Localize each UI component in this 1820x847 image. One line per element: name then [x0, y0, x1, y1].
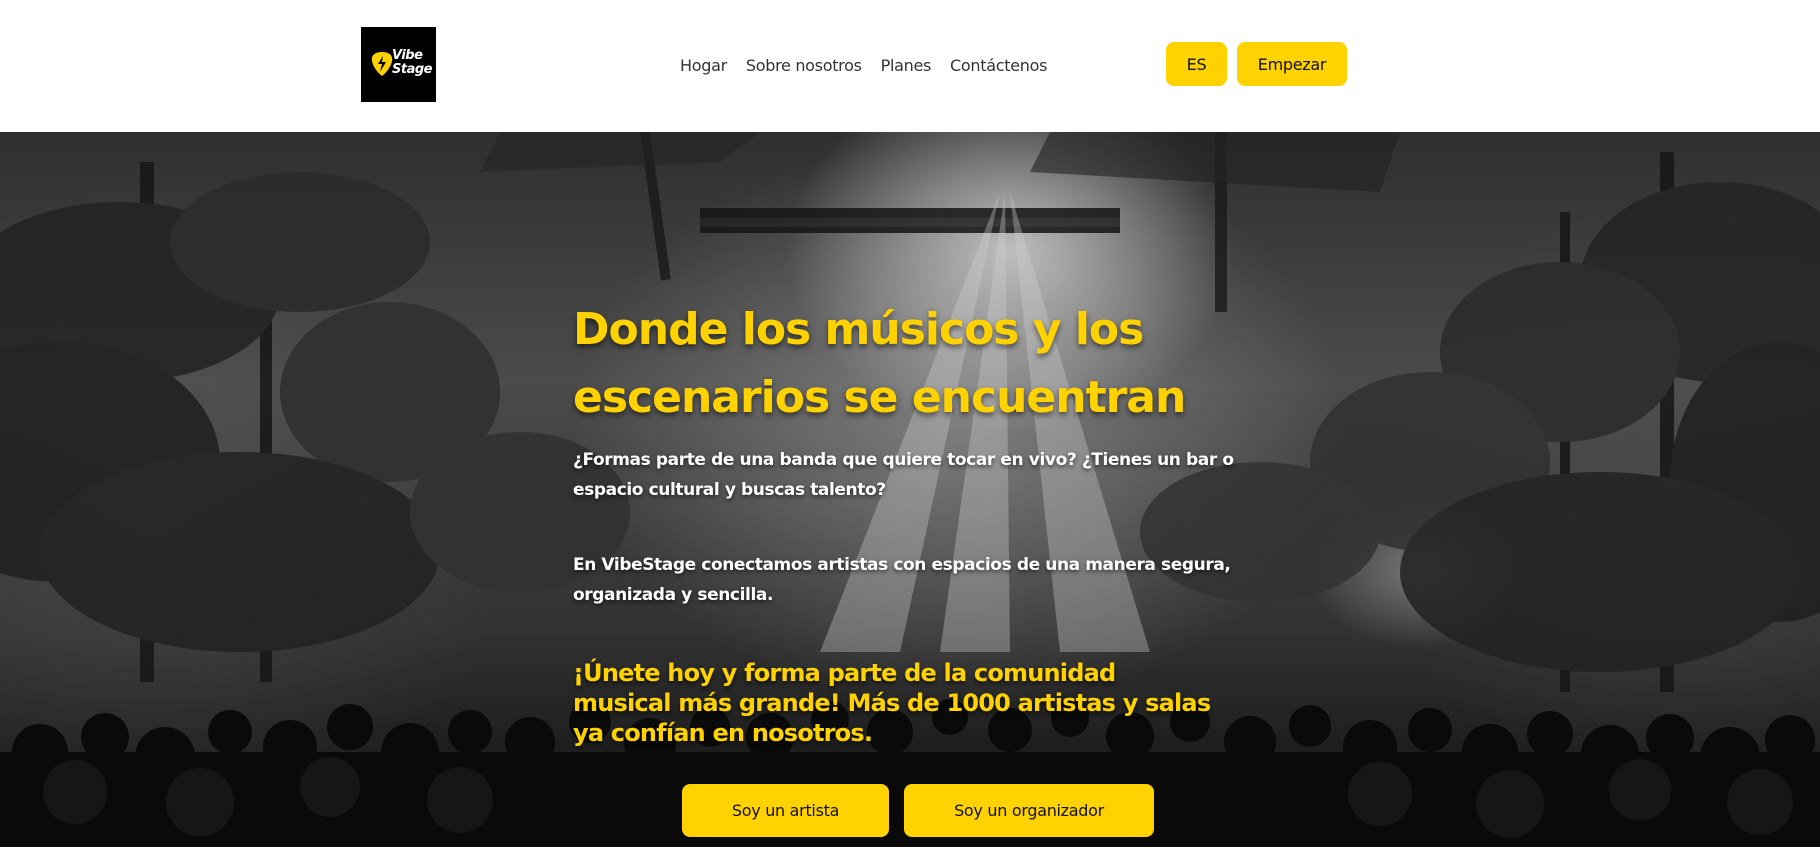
- hero-title-line2: escenarios se encuentran: [573, 372, 1186, 423]
- hero-cta-line1: ¡Únete hoy y forma parte de la comunidad: [573, 659, 1116, 687]
- nav-link-contact[interactable]: Contáctenos: [950, 56, 1047, 75]
- hero-section: Donde los músicos y los escenarios se en…: [0, 132, 1820, 847]
- nav-link-about[interactable]: Sobre nosotros: [746, 56, 862, 75]
- hero-intro-line2: espacio cultural y buscas talento?: [573, 480, 886, 500]
- logo-text: Vibe Stage: [392, 49, 432, 77]
- hero-intro-line1: ¿Formas parte de una banda que quiere to…: [573, 450, 1234, 470]
- hero-description-line1: En VibeStage conectamos artistas con esp…: [573, 555, 1231, 575]
- site-header: Vibe Stage Hogar Sobre nosotros Planes C…: [0, 0, 1820, 132]
- start-button[interactable]: Empezar: [1237, 42, 1347, 86]
- nav-link-home[interactable]: Hogar: [680, 56, 727, 75]
- organizer-signup-button[interactable]: Soy un organizador: [904, 784, 1154, 837]
- logo-text-line1: Vibe: [392, 48, 423, 63]
- hero-cta-line2: musical más grande! Más de 1000 artistas…: [573, 689, 1211, 717]
- language-button[interactable]: ES: [1166, 42, 1227, 86]
- main-nav: Hogar Sobre nosotros Planes Contáctenos: [680, 53, 1047, 77]
- hero-description-line2: organizada y sencilla.: [573, 585, 773, 605]
- guitar-pick-bolt-icon: [371, 52, 393, 76]
- hero-description-paragraph: En VibeStage conectamos artistas con esp…: [573, 550, 1273, 610]
- hero-cta-text: ¡Únete hoy y forma parte de la comunidad…: [573, 658, 1273, 748]
- vibestage-logo[interactable]: Vibe Stage: [361, 27, 436, 102]
- hero-title: Donde los músicos y los escenarios se en…: [573, 296, 1253, 432]
- logo-text-line2: Stage: [392, 62, 432, 77]
- hero-intro-paragraph: ¿Formas parte de una banda que quiere to…: [573, 445, 1273, 505]
- hero-title-line1: Donde los músicos y los: [573, 304, 1144, 355]
- artist-signup-button[interactable]: Soy un artista: [682, 784, 889, 837]
- hero-cta-line3: ya confían en nosotros.: [573, 719, 873, 747]
- nav-link-plans[interactable]: Planes: [881, 56, 932, 75]
